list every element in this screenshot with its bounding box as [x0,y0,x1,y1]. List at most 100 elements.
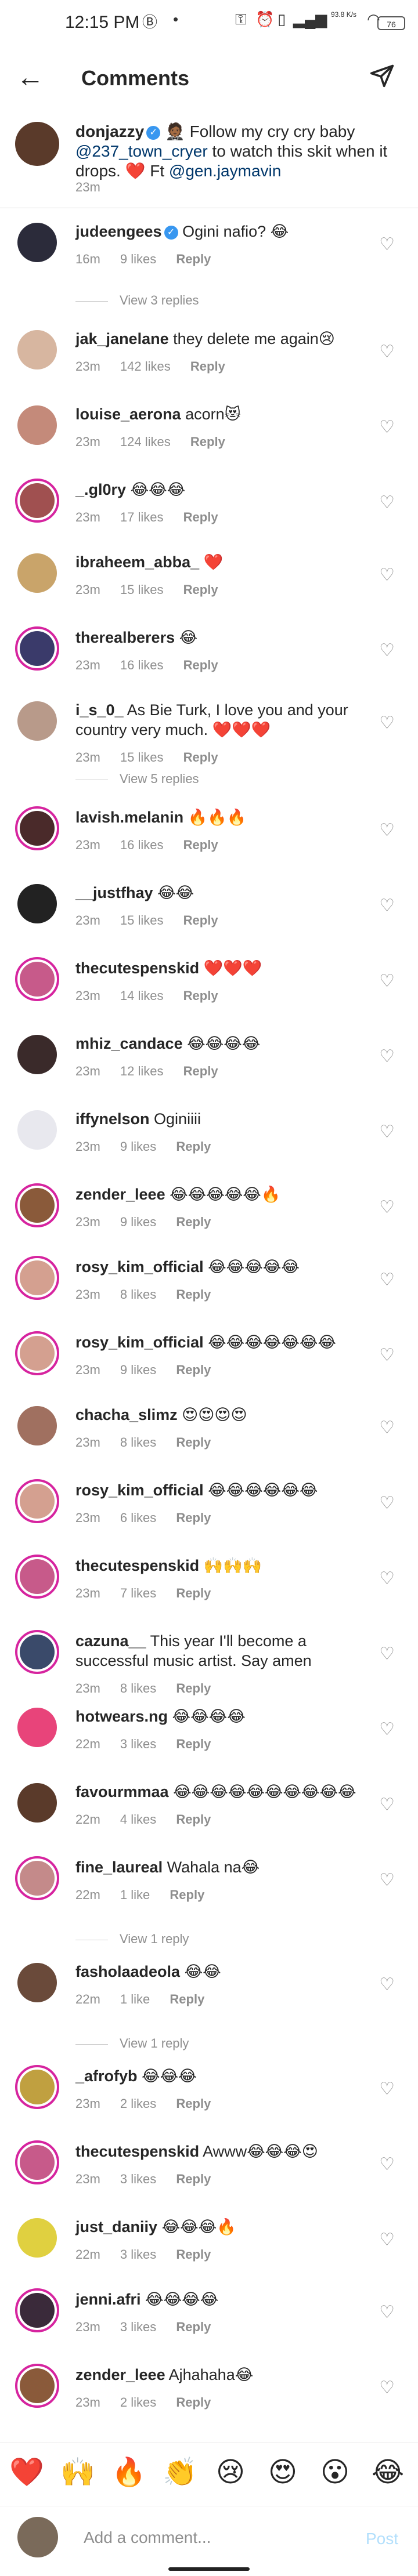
reply-button[interactable]: Reply [176,2247,211,2262]
comment-likes[interactable]: 3 likes [120,2247,156,2262]
like-heart-icon[interactable]: ♡ [379,1719,395,1740]
avatar[interactable] [15,479,59,523]
like-heart-icon[interactable]: ♡ [379,1568,395,1589]
comment-likes[interactable]: 15 likes [120,750,164,765]
avatar[interactable] [15,1256,59,1300]
comment-likes[interactable]: 9 likes [120,1215,156,1229]
reply-button[interactable]: Reply [183,838,218,852]
avatar[interactable] [15,2216,59,2260]
avatar[interactable] [15,328,59,372]
comment-input[interactable]: Add a comment... [84,2528,211,2547]
like-heart-icon[interactable]: ♡ [379,1046,395,1067]
like-heart-icon[interactable]: ♡ [379,2230,395,2250]
comment-likes[interactable]: 8 likes [120,1287,156,1302]
reply-button[interactable]: Reply [176,1586,211,1600]
caption-username[interactable]: donjazzy [75,122,144,140]
comment-username[interactable]: therealberers [75,629,175,646]
reply-button[interactable]: Reply [176,252,211,266]
comment-username[interactable]: i_s_0_ [75,701,124,719]
comment-username[interactable]: favourmmaa [75,1783,169,1800]
avatar[interactable] [15,403,59,447]
reply-button[interactable]: Reply [183,913,218,927]
comment-username[interactable]: fasholaadeola [75,1963,180,1980]
comment-username[interactable]: just_daniiy [75,2218,157,2236]
comment-likes[interactable]: 3 likes [120,2172,156,2186]
like-heart-icon[interactable]: ♡ [379,1644,395,1664]
like-heart-icon[interactable]: ♡ [379,1345,395,1365]
avatar[interactable] [15,882,59,926]
view-replies-button[interactable]: View 3 replies [75,293,308,316]
comment-username[interactable]: _.gl0ry [75,481,126,498]
comment-likes[interactable]: 17 likes [120,510,164,524]
like-heart-icon[interactable]: ♡ [379,234,395,255]
comment-username[interactable]: thecutespenskid [75,959,199,977]
avatar[interactable] [15,551,59,595]
like-heart-icon[interactable]: ♡ [379,1870,395,1890]
reaction-heart-eyes-icon[interactable]: 😍 [268,2455,297,2490]
like-heart-icon[interactable]: ♡ [379,2154,395,2175]
reply-button[interactable]: Reply [170,1992,204,2006]
reply-button[interactable]: Reply [170,1887,204,1902]
reply-button[interactable]: Reply [176,1737,211,1751]
reply-button[interactable]: Reply [176,1363,211,1377]
avatar[interactable] [15,1479,59,1523]
like-heart-icon[interactable]: ♡ [379,1795,395,1815]
comment-username[interactable]: louise_aerona [75,405,181,423]
avatar[interactable] [15,2140,59,2184]
reaction-surprised-icon[interactable]: 😮 [320,2455,349,2490]
avatar[interactable] [15,122,59,166]
reply-button[interactable]: Reply [183,1064,218,1078]
comment-username[interactable]: rosy_kim_official [75,1481,204,1499]
comment-username[interactable]: rosy_kim_official [75,1334,204,1351]
comment-username[interactable]: jenni.afri [75,2291,141,2308]
reply-button[interactable]: Reply [176,1215,211,1229]
comment-likes[interactable]: 4 likes [120,1812,156,1827]
like-heart-icon[interactable]: ♡ [379,417,395,437]
comment-username[interactable]: judeengees [75,223,162,240]
comment-likes[interactable]: 142 likes [120,359,171,374]
send-icon[interactable] [369,63,395,91]
avatar[interactable] [15,1705,59,1749]
like-heart-icon[interactable]: ♡ [379,1122,395,1142]
comment-likes[interactable]: 3 likes [120,2320,156,2334]
avatar[interactable] [15,2065,59,2109]
like-heart-icon[interactable]: ♡ [379,713,395,733]
comment-likes[interactable]: 9 likes [120,1363,156,1377]
like-heart-icon[interactable]: ♡ [379,971,395,991]
comment-likes[interactable]: 15 likes [120,913,164,927]
comment-likes[interactable]: 2 likes [120,2096,156,2111]
like-heart-icon[interactable]: ♡ [379,1493,395,1513]
back-arrow-icon[interactable]: ← [16,64,44,92]
like-heart-icon[interactable]: ♡ [379,565,395,585]
comment-likes[interactable]: 15 likes [120,582,164,597]
avatar[interactable] [15,626,59,671]
reply-button[interactable]: Reply [183,582,218,597]
comment-likes[interactable]: 1 like [120,1887,150,1902]
reply-button[interactable]: Reply [176,2172,211,2186]
avatar[interactable] [15,2364,59,2408]
comment-username[interactable]: lavish.melanin [75,809,183,826]
reaction-clap-icon[interactable]: 👏 [163,2455,197,2490]
like-heart-icon[interactable]: ♡ [379,640,395,661]
like-heart-icon[interactable]: ♡ [379,1974,395,1995]
avatar[interactable] [15,1630,59,1674]
comment-username[interactable]: rosy_kim_official [75,1258,204,1276]
comment-username[interactable]: cazuna__ [75,1632,146,1650]
comment-likes[interactable]: 9 likes [120,1139,156,1154]
avatar[interactable] [15,1961,59,2005]
avatar[interactable] [15,220,59,265]
avatar[interactable] [15,1555,59,1599]
reply-button[interactable]: Reply [183,988,218,1003]
avatar[interactable] [15,2288,59,2332]
comment-likes[interactable]: 6 likes [120,1510,156,1525]
reply-button[interactable]: Reply [183,510,218,524]
comment-username[interactable]: hotwears.ng [75,1708,168,1725]
avatar[interactable] [15,699,59,743]
comment-username[interactable]: thecutespenskid [75,1557,199,1574]
reply-button[interactable]: Reply [176,1287,211,1302]
comment-username[interactable]: chacha_slimz [75,1406,178,1423]
reply-button[interactable]: Reply [183,658,218,672]
avatar[interactable] [15,1032,59,1077]
comment-likes[interactable]: 14 likes [120,988,164,1003]
avatar[interactable] [15,1331,59,1375]
